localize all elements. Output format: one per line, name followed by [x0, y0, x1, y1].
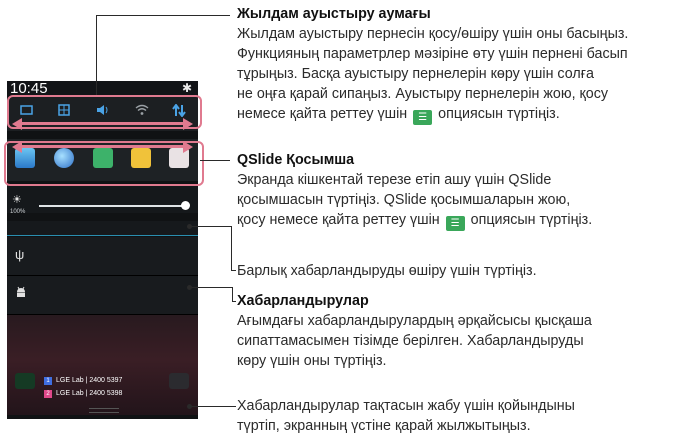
panel-drag-handle[interactable]	[89, 408, 119, 413]
notifications-description: Хабарландырулар Ағымдағы хабарландырулар…	[237, 291, 592, 371]
leader-line	[231, 270, 236, 271]
phone-dock-icon	[15, 373, 35, 389]
brightness-slider-knob[interactable]	[180, 201, 190, 210]
home-wallpaper: 1 LGE Lab | 2400 5397 2 LGE Lab | 2400 5…	[7, 315, 198, 415]
clear-all-bar[interactable]	[7, 221, 198, 235]
leader-line	[191, 406, 236, 407]
desc-line: не оңға қарай сипаңыз. Ауыстыру пернелер…	[237, 86, 609, 102]
desc-line-with-icon: немесе қайта реттеу үшін ☰ опциясын түрт…	[237, 104, 628, 125]
desc-line: Барлық хабарландыруды өшіру үшін түртіңі…	[237, 263, 537, 279]
leader-line	[232, 287, 233, 301]
notifications-title: Хабарландырулар	[237, 293, 369, 309]
notif-line-text: LGE Lab | 2400 5398	[56, 390, 123, 397]
qslide-description: QSlide Қосымша Экранда кішкентай терезе …	[237, 150, 592, 231]
sim2-badge: 2	[44, 389, 52, 398]
desc-line: Ағымдағы хабарландырулардың әрқайсысы қы…	[237, 313, 592, 329]
leader-line	[191, 287, 233, 288]
leader-line	[232, 301, 236, 302]
notif-line-1: 1 LGE Lab | 2400 5397	[44, 376, 122, 385]
leader-line	[200, 160, 230, 161]
desc-line-with-icon: қосу немесе қайта реттеу үшін ☰ опциясын…	[237, 210, 592, 231]
apps-dock-icon	[169, 373, 189, 389]
desc-line: Функцияның параметрлер мәзіріне өту үшін…	[237, 46, 628, 62]
leader-line	[96, 15, 97, 95]
notif-line-2: 2 LGE Lab | 2400 5398	[44, 389, 122, 398]
desc-text: немесе қайта реттеу үшін	[237, 106, 408, 122]
desc-line: көру үшін оны түртіңіз.	[237, 353, 387, 369]
desc-text: опциясын түртіңіз.	[470, 212, 593, 228]
android-icon	[15, 286, 27, 301]
edit-list-icon: ☰	[445, 216, 465, 231]
desc-line: Жылдам ауыстыру пернесін қосу/өшіру үшін…	[237, 26, 629, 42]
leader-line	[96, 15, 230, 16]
desc-line: қосымшасын түртіңіз. QSlide қосымшаларын…	[237, 192, 571, 208]
leader-line	[191, 226, 231, 227]
desc-line: түртіп, экранның үстіне қарай жылжытыңыз…	[237, 418, 531, 434]
brightness-percent: 100%	[10, 209, 26, 215]
gear-icon[interactable]: ✱	[182, 81, 192, 95]
close-description: Хабарландырулар тақтасын жабу үшін қойын…	[237, 396, 575, 436]
brightness-fill	[39, 205, 185, 207]
desc-line: сипаттамасымен тізімде берілген. Хабарла…	[237, 333, 584, 349]
leader-line	[231, 226, 232, 270]
notif-line-text: LGE Lab | 2400 5397	[56, 377, 123, 384]
brightness-row: ☀ 100%	[7, 185, 198, 215]
brightness-icon: ☀	[12, 194, 22, 206]
qslide-title: QSlide Қосымша	[237, 152, 355, 168]
desc-text: қосу немесе қайта реттеу үшін	[237, 212, 440, 228]
divider	[7, 235, 198, 236]
desc-line: Экранда кішкентай терезе етіп ашу үшін Q…	[237, 172, 552, 188]
desc-line: тұрыңыз. Басқа ауыстыру пернелерін көру …	[237, 66, 594, 82]
notification-debug[interactable]	[7, 276, 198, 315]
desc-line: Хабарландырулар тақтасын жабу үшін қойын…	[237, 398, 575, 414]
quick-toggle-description: Жылдам ауыстыру аумағы Жылдам ауыстыру п…	[237, 4, 628, 125]
qslide-highlight	[4, 141, 204, 186]
clear-description: Барлық хабарландыруды өшіру үшін түртіңі…	[237, 261, 537, 281]
desc-text: опциясын түртіңіз.	[438, 106, 560, 122]
edit-list-icon: ☰	[413, 110, 433, 125]
quick-toggle-title: Жылдам ауыстыру аумағы	[237, 6, 431, 22]
quick-toggle-highlight	[7, 95, 202, 129]
phone-screenshot: 10:45 ✱ ☀ 100% ψ 1 LGE Lab | 2400 5397 2…	[7, 81, 198, 419]
usb-icon: ψ	[15, 247, 25, 262]
sim1-badge: 1	[44, 376, 52, 385]
notification-usb[interactable]: ψ	[7, 237, 198, 276]
